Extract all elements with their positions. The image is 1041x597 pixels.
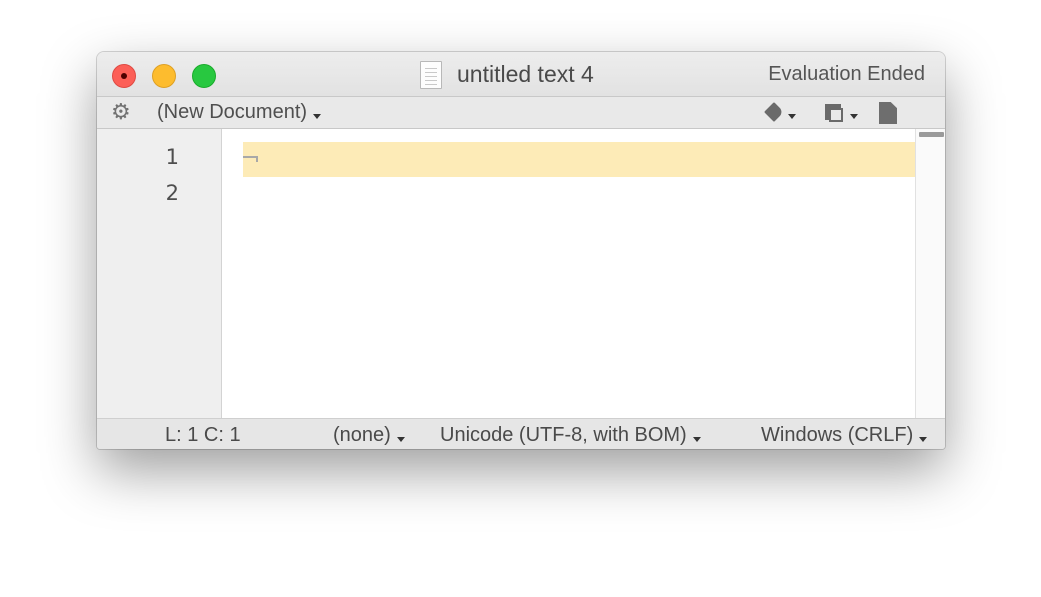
chevron-down-icon bbox=[788, 114, 796, 119]
line-number: 2 bbox=[165, 181, 179, 205]
line-ending-icon bbox=[243, 142, 261, 162]
line-number: 1 bbox=[165, 145, 179, 169]
chevron-down-icon bbox=[850, 114, 858, 119]
editor-window: untitled text 4 Evaluation Ended ⚙ (New … bbox=[97, 52, 945, 449]
scrollbar-thumb[interactable] bbox=[919, 132, 944, 137]
document-menu[interactable]: (New Document) bbox=[157, 101, 322, 124]
minimize-window-button[interactable] bbox=[152, 64, 176, 88]
chevron-down-icon bbox=[919, 437, 928, 442]
window-title: untitled text 4 bbox=[457, 61, 594, 87]
encoding-label: Unicode (UTF-8, with BOM) bbox=[440, 424, 687, 446]
line-number-gutter: 1 2 bbox=[97, 129, 222, 418]
cursor-position[interactable]: L: 1 C: 1 bbox=[165, 424, 241, 447]
zoom-window-button[interactable] bbox=[192, 64, 216, 88]
close-window-button[interactable] bbox=[112, 64, 136, 88]
line-endings-label: Windows (CRLF) bbox=[761, 424, 914, 446]
vertical-scrollbar[interactable] bbox=[915, 129, 945, 418]
window-menu-button[interactable] bbox=[822, 102, 862, 124]
chevron-down-icon bbox=[692, 437, 701, 442]
pen-icon bbox=[764, 102, 784, 122]
chevron-down-icon bbox=[313, 114, 322, 119]
pen-menu-button[interactable] bbox=[764, 102, 800, 124]
language-menu[interactable]: (none) bbox=[333, 424, 405, 447]
current-line-highlight bbox=[243, 142, 915, 177]
title-bar[interactable]: untitled text 4 Evaluation Ended bbox=[97, 52, 945, 96]
line-endings-menu[interactable]: Windows (CRLF) bbox=[761, 424, 928, 447]
evaluation-status: Evaluation Ended bbox=[768, 63, 925, 85]
status-bar: L: 1 C: 1 (none) Unicode (UTF-8, with BO… bbox=[97, 418, 945, 449]
document-info-button[interactable] bbox=[879, 102, 899, 124]
document-proxy-icon[interactable] bbox=[420, 61, 442, 89]
page-icon bbox=[879, 102, 897, 124]
language-label: (none) bbox=[333, 424, 391, 446]
toolbar: ⚙ (New Document) bbox=[97, 96, 945, 129]
document-menu-label: (New Document) bbox=[157, 101, 308, 123]
gear-icon[interactable]: ⚙ bbox=[111, 101, 131, 123]
encoding-menu[interactable]: Unicode (UTF-8, with BOM) bbox=[440, 424, 701, 447]
text-editor-area[interactable] bbox=[222, 129, 915, 418]
chevron-down-icon bbox=[396, 437, 405, 442]
